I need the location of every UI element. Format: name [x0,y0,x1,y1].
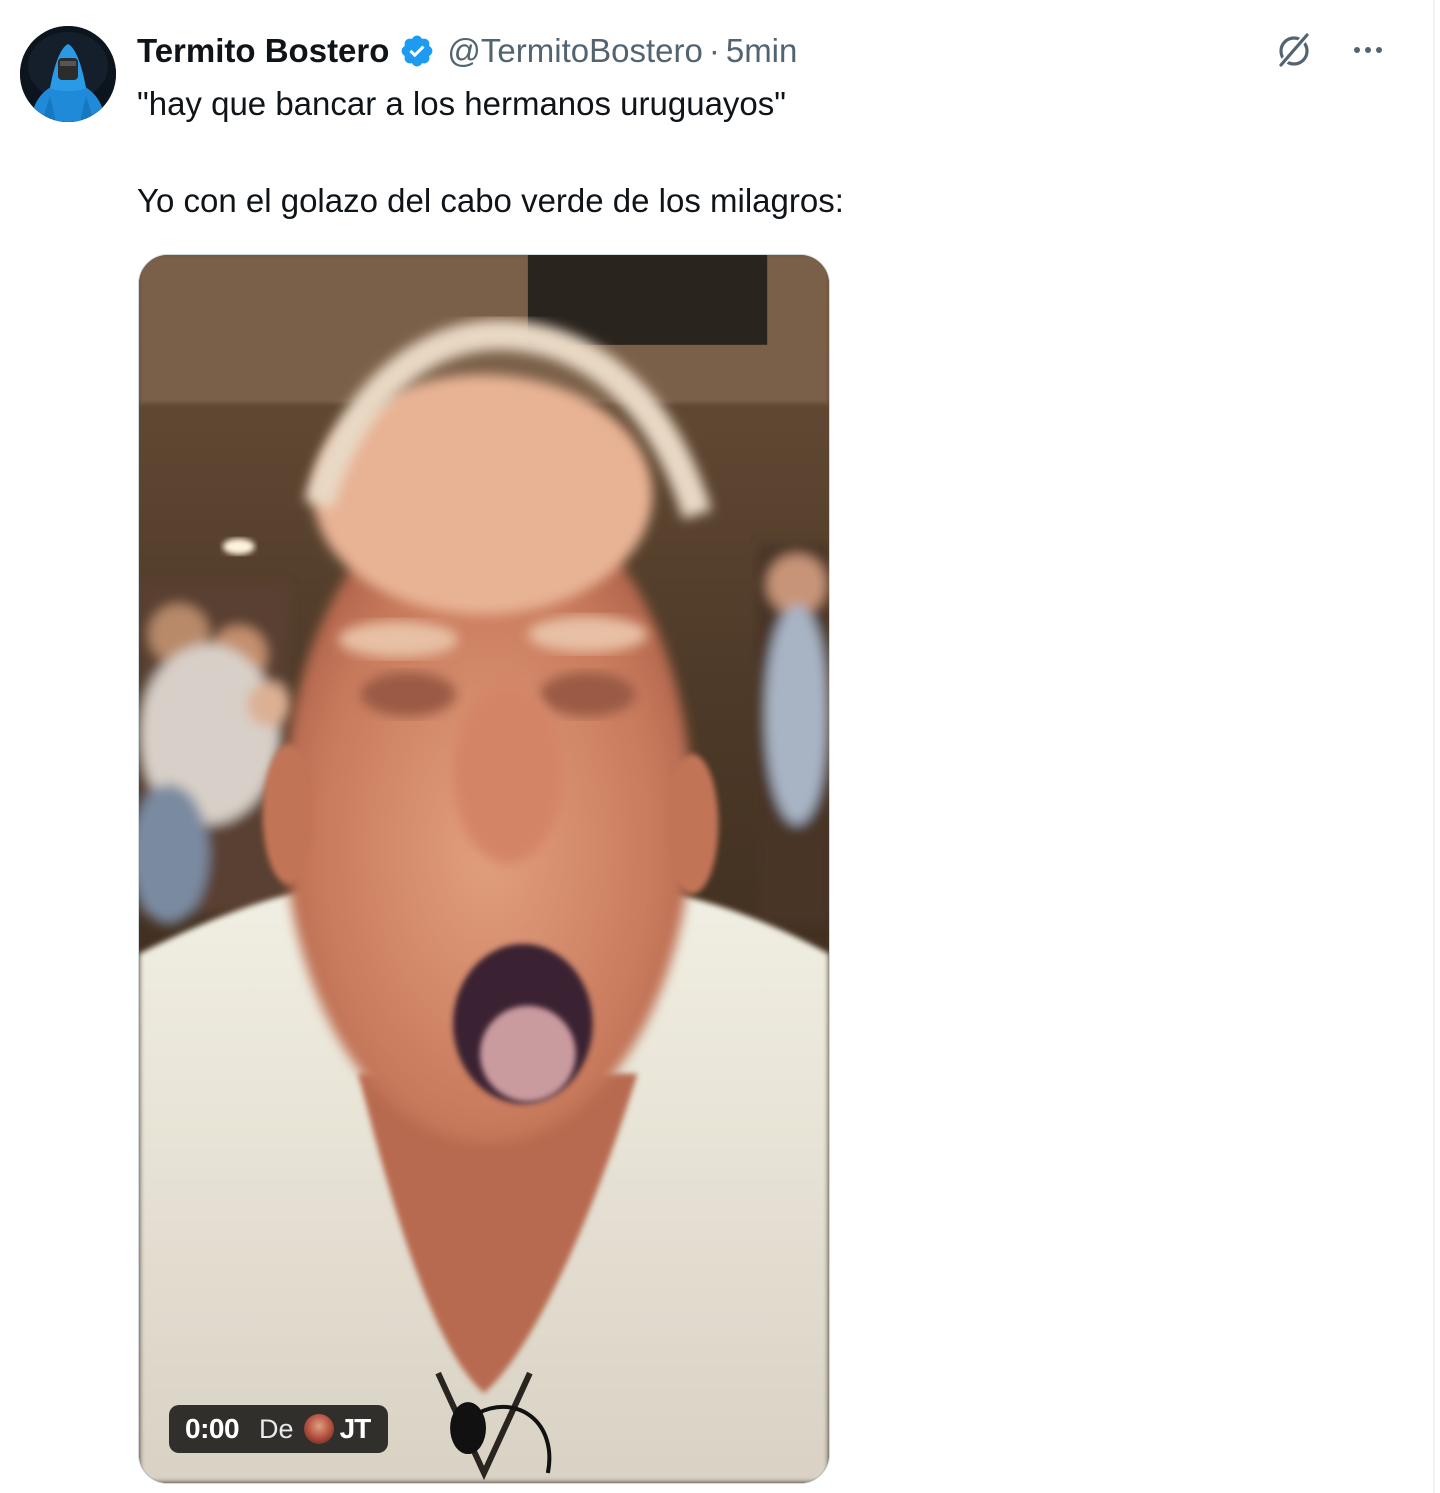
avatar[interactable] [20,26,116,122]
display-name[interactable]: Termito Bostero [137,32,389,70]
grok-icon[interactable] [1272,28,1316,72]
page: Termito Bostero @TermitoBostero · 5min "… [0,0,1440,1493]
tweet[interactable]: Termito Bostero @TermitoBostero · 5min "… [0,0,1430,1493]
source-avatar-icon[interactable] [303,1414,334,1444]
video-timestamp: 0:00 [185,1413,240,1444]
verified-badge-icon[interactable] [399,33,435,69]
tweet-header: Termito Bostero @TermitoBostero · 5min [137,30,797,72]
timeline-divider [1433,0,1435,1493]
tweet-text-line-1: "hay que bancar a los hermanos uruguayos… [137,85,786,122]
tweet-text: "hay que bancar a los hermanos uruguayos… [137,84,1337,221]
video-info-badge: 0:00 De JT [169,1405,389,1453]
user-handle[interactable]: @TermitoBostero [447,32,702,70]
separator-dot: · [708,32,720,69]
avatar-image [20,26,116,122]
video-source-label: De [259,1413,294,1444]
video-source-name[interactable]: JT [340,1413,372,1445]
tweet-timestamp[interactable]: 5min [726,32,798,70]
tweet-text-line-2: Yo con el golazo del cabo verde de los m… [137,182,844,219]
tweet-actions [1272,28,1390,72]
more-options-icon[interactable] [1346,28,1390,72]
video-player[interactable]: 0:00 De JT [138,254,830,1484]
video-thumbnail [139,255,829,1483]
